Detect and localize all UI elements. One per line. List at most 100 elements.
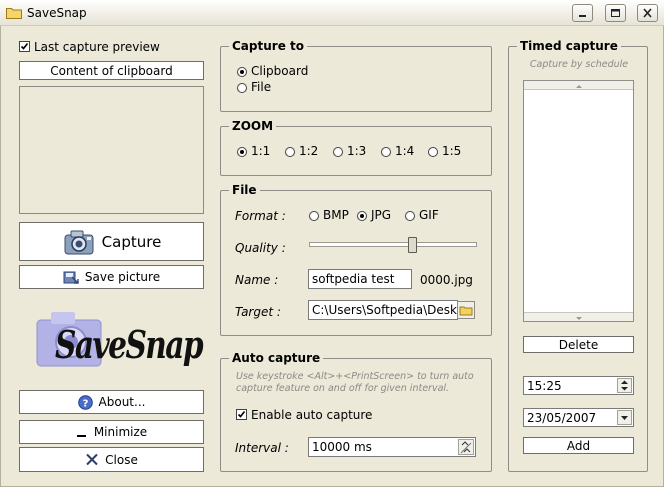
auto-capture-hint: Use keystroke <Alt>+<PrintScreen> to tur… bbox=[236, 371, 474, 394]
radio-clipboard[interactable] bbox=[237, 67, 247, 77]
name-label: Name : bbox=[235, 273, 279, 287]
about-button[interactable]: ? About... bbox=[19, 390, 204, 414]
add-button-label: Add bbox=[566, 438, 591, 453]
quality-slider-track[interactable] bbox=[309, 242, 477, 247]
schedule-scroll-down[interactable] bbox=[524, 312, 633, 321]
chevron-down-icon bbox=[621, 416, 628, 420]
savesnap-logo: SaveSnap bbox=[33, 300, 204, 380]
logo-text: SaveSnap bbox=[55, 322, 204, 367]
help-icon: ? bbox=[77, 394, 93, 410]
save-picture-icon bbox=[63, 271, 79, 284]
schedule-scroll-up[interactable] bbox=[524, 81, 633, 90]
auto-capture-group: Auto capture Use keystroke <Alt>+<PrintS… bbox=[220, 351, 492, 472]
zoom-1-2-label[interactable]: 1:2 bbox=[299, 144, 318, 158]
schedule-list[interactable] bbox=[523, 80, 634, 322]
checkmark-icon bbox=[20, 43, 29, 50]
radio-format-gif[interactable] bbox=[405, 211, 415, 221]
svg-text:?: ? bbox=[82, 398, 88, 409]
filename-suffix: 0000.jpg bbox=[420, 273, 473, 287]
about-button-label: About... bbox=[98, 395, 146, 409]
zoom-group: ZOOM 1:1 1:2 1:3 1:4 1:5 bbox=[220, 119, 492, 176]
title-bar[interactable]: SaveSnap bbox=[0, 0, 664, 26]
zoom-title: ZOOM bbox=[229, 119, 277, 133]
close-x-icon bbox=[86, 453, 98, 466]
radio-format-bmp[interactable] bbox=[309, 211, 319, 221]
arrow-down-icon bbox=[576, 317, 582, 320]
zoom-1-1-label[interactable]: 1:1 bbox=[251, 144, 270, 158]
zoom-1-3-label[interactable]: 1:3 bbox=[347, 144, 366, 158]
quality-label: Quality : bbox=[235, 241, 286, 255]
folder-icon bbox=[6, 8, 22, 19]
save-picture-button[interactable]: Save picture bbox=[19, 265, 204, 289]
format-bmp-label[interactable]: BMP bbox=[323, 208, 349, 222]
radio-clipboard-label[interactable]: Clipboard bbox=[251, 64, 308, 78]
enable-auto-capture-checkbox[interactable] bbox=[236, 409, 247, 420]
timed-capture-title: Timed capture bbox=[517, 39, 621, 53]
interval-input[interactable]: 10000 ms bbox=[308, 437, 476, 457]
delete-button[interactable]: Delete bbox=[523, 336, 634, 353]
window-minimize-button[interactable] bbox=[572, 4, 593, 22]
date-dropdown-button[interactable] bbox=[617, 410, 632, 425]
interval-spinner[interactable] bbox=[458, 439, 474, 455]
interval-label: Interval : bbox=[235, 441, 289, 455]
minimize-dash-icon bbox=[76, 435, 86, 437]
preview-area bbox=[19, 86, 204, 214]
format-jpg-label[interactable]: JPG bbox=[371, 208, 391, 222]
radio-zoom-1-1[interactable] bbox=[237, 147, 247, 157]
timed-capture-subtitle: Capture by schedule bbox=[529, 59, 629, 70]
zoom-1-4-label[interactable]: 1:4 bbox=[395, 144, 414, 158]
capture-to-group: Capture to Clipboard File bbox=[220, 39, 492, 112]
window-maximize-button[interactable] bbox=[605, 4, 626, 22]
time-input[interactable]: 15:25 bbox=[523, 376, 634, 395]
quality-slider-thumb[interactable] bbox=[407, 237, 417, 253]
enable-auto-capture-label[interactable]: Enable auto capture bbox=[251, 408, 372, 422]
radio-zoom-1-4[interactable] bbox=[381, 147, 391, 157]
capture-button-label: Capture bbox=[101, 232, 162, 251]
target-path-input[interactable]: C:\Users\Softpedia\Deskt bbox=[308, 300, 458, 320]
camera-icon bbox=[64, 230, 94, 254]
file-title: File bbox=[229, 183, 260, 197]
radio-file-label[interactable]: File bbox=[251, 80, 271, 94]
filename-input[interactable]: softpedia test bbox=[308, 269, 412, 289]
arrow-up-icon bbox=[576, 85, 582, 88]
content-of-clipboard-button[interactable]: Content of clipboard bbox=[19, 61, 204, 80]
capture-button[interactable]: Capture bbox=[19, 222, 204, 261]
radio-file[interactable] bbox=[237, 83, 247, 93]
delete-button-label: Delete bbox=[558, 337, 599, 352]
radio-zoom-1-2[interactable] bbox=[285, 147, 295, 157]
window-title: SaveSnap bbox=[27, 6, 87, 20]
window-close-button[interactable] bbox=[637, 4, 658, 22]
spinner-icon bbox=[460, 441, 472, 454]
close-button-label: Close bbox=[105, 452, 138, 467]
spin-updown-icon bbox=[621, 380, 628, 391]
date-value: 23/05/2007 bbox=[527, 411, 597, 425]
target-label: Target : bbox=[235, 305, 281, 319]
folder-icon bbox=[459, 306, 473, 316]
preview-checkbox[interactable] bbox=[19, 41, 30, 52]
browse-folder-button[interactable] bbox=[457, 301, 475, 319]
minimize-button-label: Minimize bbox=[93, 425, 148, 439]
interval-value: 10000 ms bbox=[312, 440, 372, 454]
radio-zoom-1-5[interactable] bbox=[428, 147, 438, 157]
zoom-1-5-label[interactable]: 1:5 bbox=[442, 144, 461, 158]
format-gif-label[interactable]: GIF bbox=[419, 208, 439, 222]
time-spinner[interactable] bbox=[617, 378, 632, 393]
format-label: Format : bbox=[235, 209, 286, 223]
date-picker[interactable]: 23/05/2007 bbox=[523, 408, 634, 427]
minimize-icon bbox=[579, 15, 586, 17]
auto-capture-title: Auto capture bbox=[229, 351, 324, 365]
timed-capture-group: Timed capture Capture by schedule Delete… bbox=[508, 39, 648, 472]
maximize-icon bbox=[611, 9, 620, 17]
checkmark-icon bbox=[237, 411, 246, 418]
close-icon bbox=[643, 8, 652, 18]
radio-format-jpg[interactable] bbox=[357, 211, 367, 221]
content-button-label: Content of clipboard bbox=[50, 63, 173, 78]
time-value: 15:25 bbox=[527, 379, 562, 393]
preview-checkbox-label[interactable]: Last capture preview bbox=[34, 40, 160, 54]
capture-to-title: Capture to bbox=[229, 39, 307, 53]
close-button[interactable]: Close bbox=[19, 447, 204, 472]
add-button[interactable]: Add bbox=[523, 437, 634, 454]
minimize-button[interactable]: Minimize bbox=[19, 420, 204, 444]
file-group: File Format : BMP JPG GIF Quality : Name… bbox=[220, 183, 492, 336]
radio-zoom-1-3[interactable] bbox=[333, 147, 343, 157]
